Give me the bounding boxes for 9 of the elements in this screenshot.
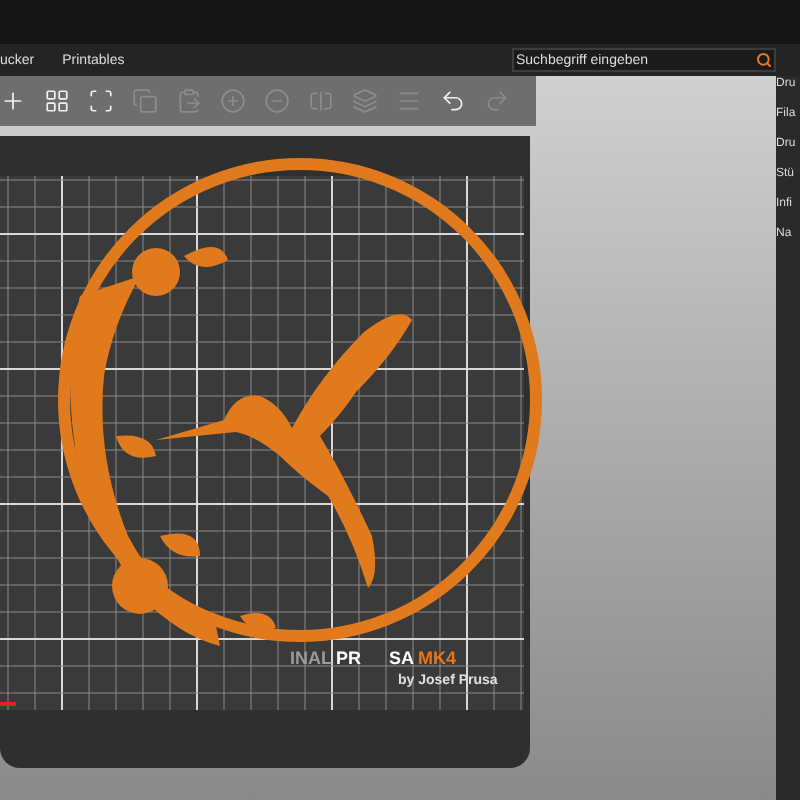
bed-logo-text: SA <box>389 646 415 670</box>
frame-icon[interactable] <box>88 88 114 114</box>
search-icon[interactable] <box>756 52 772 68</box>
x-axis-marker <box>0 702 16 706</box>
grid-icon[interactable] <box>44 88 70 114</box>
plus-icon[interactable] <box>0 88 26 114</box>
undo-icon[interactable] <box>440 88 466 114</box>
bed-logo-text: PR <box>336 646 362 670</box>
bed-logo-text: MK4 <box>418 646 457 670</box>
